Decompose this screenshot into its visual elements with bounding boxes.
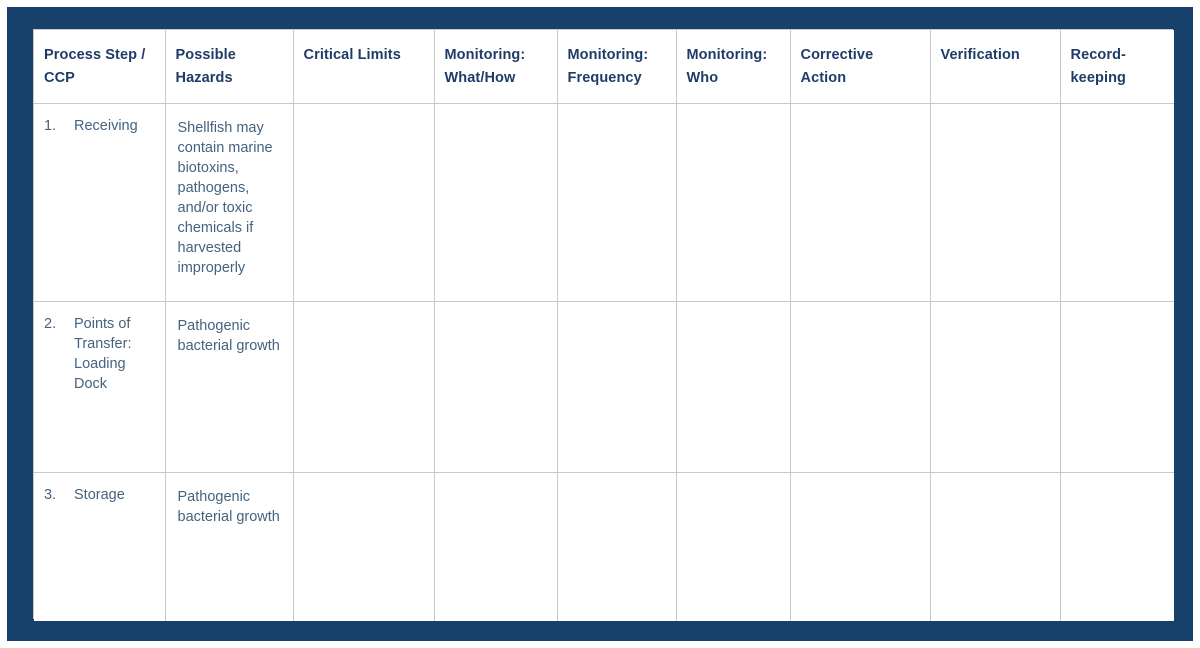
column-header-label: Corrective Action [800,47,874,86]
cell-monitoring-who[interactable] [676,301,791,473]
navy-page-frame: Process Step / CCP Possible Hazards Crit… [7,7,1193,641]
cell-verification[interactable] [930,103,1061,302]
column-header-label: Critical Limits [303,47,401,63]
column-header-possible-hazards: Possible Hazards [165,30,294,104]
hazard-text: Pathogenic bacterial growth [177,318,280,354]
monitoring-frequency-text [558,302,676,316]
cell-possible-hazards[interactable]: Pathogenic bacterial growth [165,472,294,621]
column-header-recordkeeping: Record-keeping [1060,30,1174,104]
column-header-label: Monitoring: Frequency [567,47,649,86]
verification-text [931,473,1060,487]
process-step-list-item: 1. Receiving [34,104,165,136]
header-row: Process Step / CCP Possible Hazards Crit… [34,30,1174,104]
table-row: 3. Storage Pathogenic bacterial growth [34,472,1175,621]
cell-corrective-action[interactable] [790,103,931,302]
table-header: Process Step / CCP Possible Hazards Crit… [34,30,1174,104]
cell-monitoring-who[interactable] [676,472,791,621]
monitoring-who-text [677,104,790,118]
cell-monitoring-who[interactable] [676,103,791,302]
step-number: 1. [44,118,57,134]
column-header-process-step: Process Step / CCP [34,30,166,104]
cell-corrective-action[interactable] [790,301,931,473]
process-step-list-item: 2. Points of Transfer: Loading Dock [34,302,165,394]
critical-limits-text [294,104,434,118]
hazard-text: Pathogenic bacterial growth [177,489,280,525]
table-row: 1. Receiving Shellfish may contain marin… [34,103,1175,302]
cell-recordkeeping[interactable] [1060,301,1175,473]
recordkeeping-text [1061,473,1175,487]
cell-process-step[interactable]: 3. Storage [34,472,166,621]
cell-recordkeeping[interactable] [1060,103,1175,302]
cell-monitoring-what-how[interactable] [434,472,558,621]
table-body: 1. Receiving Shellfish may contain marin… [34,103,1175,621]
column-header-label: Process Step / CCP [44,47,146,86]
cell-process-step[interactable]: 2. Points of Transfer: Loading Dock [34,301,166,473]
monitoring-frequency-text [558,104,676,118]
cell-monitoring-what-how[interactable] [434,103,558,302]
step-number: 2. [44,316,57,332]
corrective-action-text [791,302,930,316]
haccp-table-sheet: Process Step / CCP Possible Hazards Crit… [33,29,1174,621]
haccp-table: Process Step / CCP Possible Hazards Crit… [34,30,1174,621]
cell-monitoring-frequency[interactable] [557,301,677,473]
table-row: 2. Points of Transfer: Loading Dock Path… [34,301,1175,473]
cell-recordkeeping[interactable] [1060,472,1175,621]
column-header-label: Verification [940,47,1020,63]
cell-possible-hazards[interactable]: Shellfish may contain marine biotoxins, … [165,103,294,302]
column-header-verification: Verification [930,30,1061,104]
cell-critical-limits[interactable] [293,103,435,302]
step-number: 3. [44,487,57,503]
cell-process-step[interactable]: 1. Receiving [34,103,166,302]
corrective-action-text [791,104,930,118]
cell-monitoring-frequency[interactable] [557,472,677,621]
recordkeeping-text [1061,302,1175,316]
verification-text [931,302,1060,316]
column-header-critical-limits: Critical Limits [293,30,435,104]
monitoring-who-text [677,302,790,316]
column-header-monitoring-who: Monitoring: Who [676,30,791,104]
process-step-list-item: 3. Storage [34,473,165,505]
critical-limits-text [294,473,434,487]
step-label: Receiving [74,118,138,134]
monitoring-what-how-text [435,302,557,316]
corrective-action-text [791,473,930,487]
monitoring-what-how-text [435,104,557,118]
column-header-label: Monitoring: What/How [444,47,526,86]
cell-verification[interactable] [930,301,1061,473]
column-header-monitoring-what-how: Monitoring: What/How [434,30,558,104]
column-header-corrective-action: Corrective Action [790,30,931,104]
cell-possible-hazards[interactable]: Pathogenic bacterial growth [165,301,294,473]
critical-limits-text [294,302,434,316]
step-label: Points of Transfer: Loading Dock [74,316,132,392]
recordkeeping-text [1061,104,1175,118]
column-header-monitoring-frequency: Monitoring: Frequency [557,30,677,104]
verification-text [931,104,1060,118]
cell-critical-limits[interactable] [293,472,435,621]
step-label: Storage [74,487,125,503]
monitoring-frequency-text [558,473,676,487]
cell-critical-limits[interactable] [293,301,435,473]
column-header-label: Monitoring: Who [686,47,768,86]
cell-corrective-action[interactable] [790,472,931,621]
column-header-label: Record-keeping [1070,47,1126,86]
monitoring-who-text [677,473,790,487]
cell-monitoring-frequency[interactable] [557,103,677,302]
hazard-text: Shellfish may contain marine biotoxins, … [177,120,273,276]
monitoring-what-how-text [435,473,557,487]
column-header-label: Possible Hazards [175,47,236,86]
cell-verification[interactable] [930,472,1061,621]
cell-monitoring-what-how[interactable] [434,301,558,473]
